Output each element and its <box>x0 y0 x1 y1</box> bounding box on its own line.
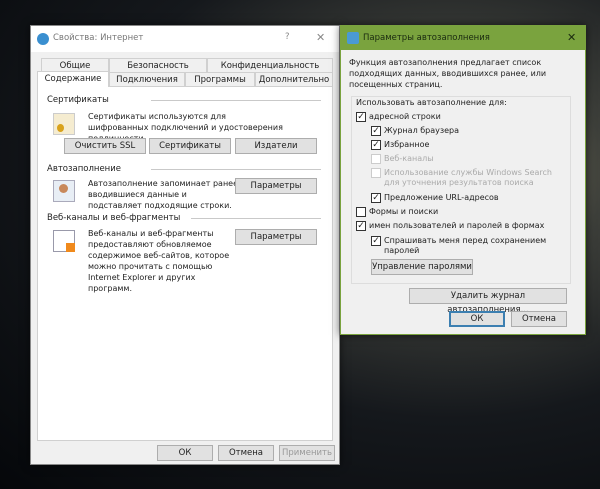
autocomplete-description: Автозаполнение запоминает ранее вводивши… <box>88 179 239 210</box>
checkbox-label: Журнал браузера <box>384 126 460 135</box>
ok-button[interactable]: ОК <box>157 445 213 461</box>
tab-programs[interactable]: Программы <box>185 72 255 86</box>
apply-button[interactable]: Применить <box>279 445 335 461</box>
close-button[interactable]: ✕ <box>567 31 576 44</box>
checkbox-label: Веб-каналы <box>384 154 434 163</box>
autocomplete-icon <box>53 180 75 202</box>
tab-security[interactable]: Безопасность <box>109 58 207 72</box>
checkbox-2[interactable]: ✓ <box>371 140 381 150</box>
ie-icon <box>37 33 49 45</box>
internet-options-window: Свойства: Интернет ? ✕ Общие Безопасност… <box>30 25 340 465</box>
checkbox-8[interactable]: ✓ <box>371 236 381 246</box>
checkbox-5[interactable]: ✓ <box>371 193 381 203</box>
feeds-icon <box>53 230 75 252</box>
checkbox-label: имен пользователей и паролей в формах <box>369 221 545 230</box>
feeds-heading: Веб-каналы и веб-фрагменты <box>47 213 181 223</box>
title-bar: Параметры автозаполнения ✕ <box>341 26 585 50</box>
intro-text: Функция автозаполнения предлагает список… <box>349 58 547 89</box>
window-title: Параметры автозаполнения <box>363 33 490 43</box>
certificates-button[interactable]: Сертификаты <box>149 138 231 154</box>
manage-passwords-button[interactable]: Управление паролями <box>371 259 473 275</box>
tab-connections[interactable]: Подключения <box>109 72 185 86</box>
publishers-button[interactable]: Издатели <box>235 138 317 154</box>
checkbox-label: Избранное <box>384 140 430 149</box>
close-button[interactable]: ✕ <box>316 31 325 44</box>
autocomplete-heading: Автозаполнение <box>47 164 121 174</box>
help-button[interactable]: ? <box>285 32 290 42</box>
checkbox-label: адресной строки <box>369 112 441 121</box>
checkbox-label: Формы и поиски <box>369 207 439 216</box>
cancel-button[interactable]: Отмена <box>218 445 274 461</box>
checkbox-7[interactable]: ✓ <box>356 221 366 231</box>
checkbox-label: Предложение URL-адресов <box>384 193 499 202</box>
checkbox-4[interactable] <box>371 168 381 178</box>
window-title: Свойства: Интернет <box>53 33 144 43</box>
tab-privacy[interactable]: Конфиденциальность <box>207 58 333 72</box>
ok-button[interactable]: ОК <box>449 311 505 327</box>
tab-general[interactable]: Общие <box>41 58 109 72</box>
feeds-description: Веб-каналы и веб-фрагменты предоставляют… <box>88 229 230 293</box>
checkbox-label: Спрашивать меня перед сохранением пароле… <box>384 236 547 255</box>
delete-history-button[interactable]: Удалить журнал автозаполнения... <box>409 288 567 315</box>
certificate-icon <box>53 113 75 135</box>
group-label: Использовать автозаполнение для: <box>356 98 507 107</box>
checkbox-0[interactable]: ✓ <box>356 112 366 122</box>
feeds-settings-button[interactable]: Параметры <box>235 229 317 245</box>
settings-icon <box>347 32 359 44</box>
checkbox-1[interactable]: ✓ <box>371 126 381 136</box>
tab-advanced[interactable]: Дополнительно <box>255 72 333 86</box>
checkbox-3[interactable] <box>371 154 381 164</box>
autocomplete-settings-window: Параметры автозаполнения ✕ Функция автоз… <box>340 25 586 335</box>
tab-content[interactable]: Содержание <box>37 71 109 87</box>
clear-ssl-button[interactable]: Очистить SSL <box>64 138 146 154</box>
title-bar: Свойства: Интернет ? ✕ <box>31 26 339 52</box>
cancel-button[interactable]: Отмена <box>511 311 567 327</box>
certificates-heading: Сертификаты <box>47 95 109 105</box>
checkbox-label: Использование службы Windows Search для … <box>384 168 552 187</box>
autocomplete-settings-button[interactable]: Параметры <box>235 178 317 194</box>
checkbox-6[interactable] <box>356 207 366 217</box>
